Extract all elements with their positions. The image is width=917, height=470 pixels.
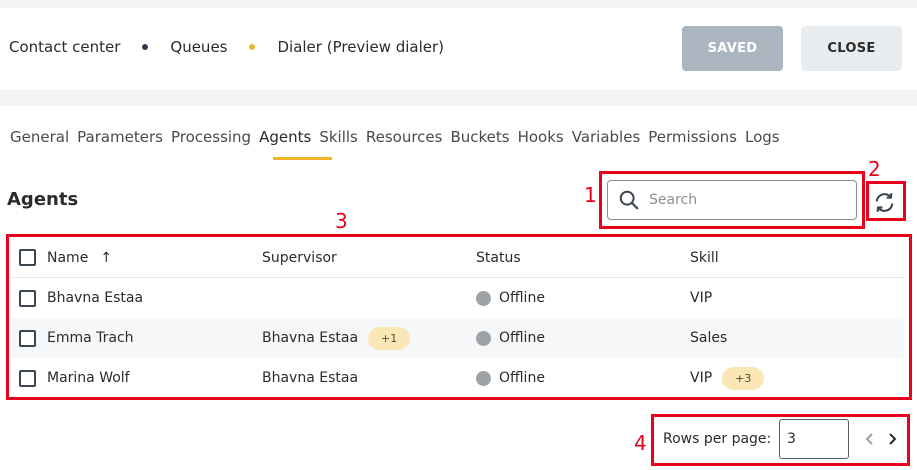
breadcrumb-contact-center[interactable]: Contact center	[9, 38, 120, 56]
tab-permissions[interactable]: Permissions	[648, 128, 737, 146]
tab-skills[interactable]: Skills	[319, 128, 358, 146]
breadcrumb-separator-dot	[142, 44, 149, 50]
tab-resources[interactable]: Resources	[366, 128, 443, 146]
tab-general[interactable]: General	[10, 128, 69, 146]
saved-button[interactable]: SAVED	[682, 26, 783, 71]
annotation-box-refresh	[866, 181, 906, 221]
page-title: Agents	[7, 189, 79, 210]
annotation-number: 1	[584, 183, 597, 207]
breadcrumb-queues[interactable]: Queues	[170, 38, 227, 56]
annotation-box-search	[599, 171, 865, 229]
close-button[interactable]: CLOSE	[801, 26, 902, 71]
breadcrumb: Contact center Queues Dialer (Preview di…	[9, 38, 444, 56]
tab-logs[interactable]: Logs	[745, 128, 780, 146]
tab-variables[interactable]: Variables	[572, 128, 641, 146]
annotation-box-pagination	[651, 414, 910, 466]
breadcrumb-current: Dialer (Preview dialer)	[277, 38, 445, 56]
breadcrumb-separator-dot	[249, 44, 256, 50]
tab-buckets[interactable]: Buckets	[450, 128, 509, 146]
top-band	[0, 0, 917, 8]
annotation-number: 2	[868, 157, 881, 181]
annotation-box-table	[6, 234, 912, 400]
tab-agents[interactable]: Agents	[259, 128, 311, 146]
tab-hooks[interactable]: Hooks	[518, 128, 564, 146]
active-tab-indicator	[273, 157, 332, 160]
annotation-number: 4	[634, 431, 647, 455]
tab-parameters[interactable]: Parameters	[77, 128, 163, 146]
annotation-number: 3	[335, 209, 348, 233]
tab-bar: General Parameters Processing Agents Ski…	[10, 128, 788, 146]
header-separator	[0, 90, 917, 106]
tab-processing[interactable]: Processing	[171, 128, 251, 146]
